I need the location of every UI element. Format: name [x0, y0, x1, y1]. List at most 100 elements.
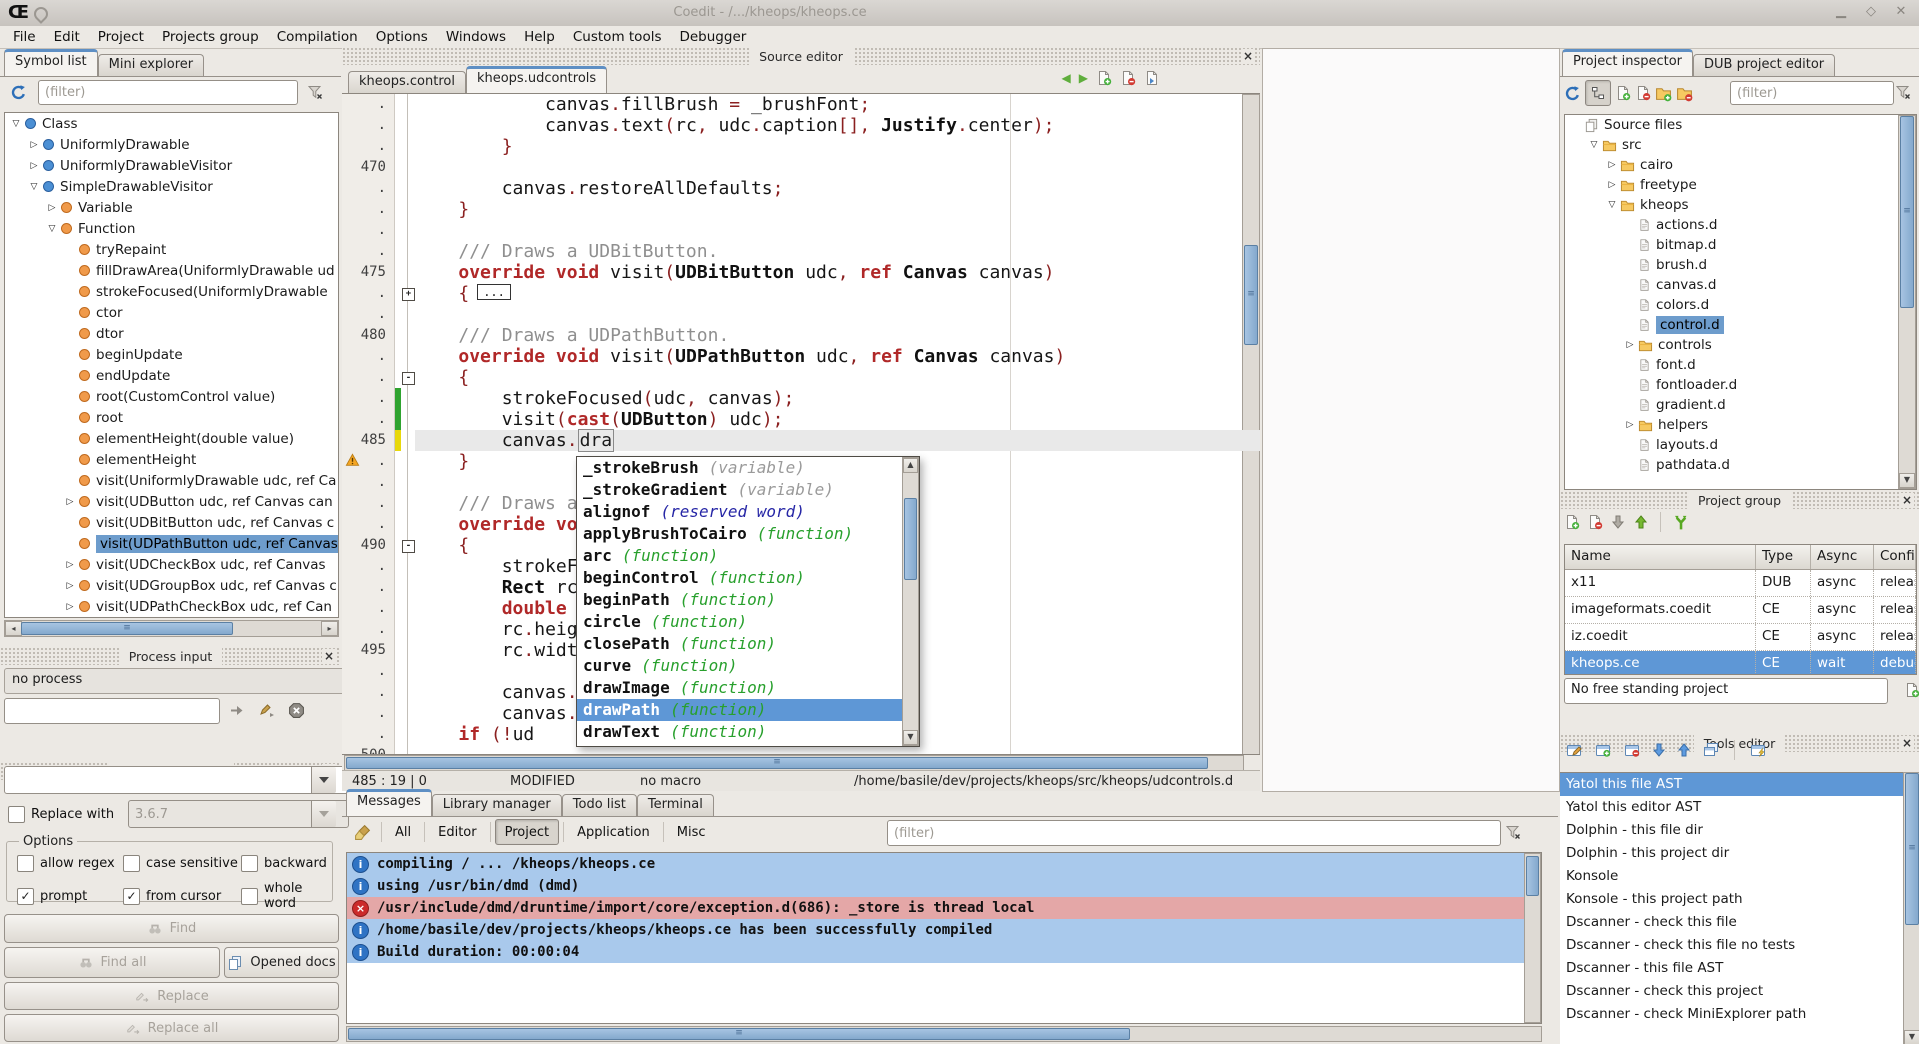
file-tree-item[interactable]: ▷helpers [1565, 415, 1900, 435]
previous-tab-icon[interactable]: ◀ [1062, 71, 1071, 85]
messages-tab-library-manager[interactable]: Library manager [432, 794, 562, 816]
file-tree-item[interactable]: layouts.d [1565, 435, 1900, 455]
fold-toggle-icon[interactable]: - [402, 372, 415, 385]
scrollbar-thumb[interactable]: ≡ [348, 1028, 1130, 1040]
fold-margin[interactable] [401, 94, 415, 115]
completion-item[interactable]: curve(function) [577, 655, 904, 677]
messages-tab-todo-list[interactable]: Todo list [562, 794, 637, 816]
tool-item[interactable]: Yatol this file AST [1560, 773, 1903, 796]
menu-options[interactable]: Options [367, 27, 437, 47]
new-document-icon[interactable] [1096, 70, 1112, 86]
tool-item[interactable]: Dolphin - this project dir [1560, 842, 1903, 865]
move-down-icon[interactable] [1610, 514, 1626, 530]
scroll-down-icon[interactable]: ▼ [1904, 1030, 1919, 1044]
fold-margin[interactable] [401, 640, 415, 661]
gutter-line-number[interactable]: . [342, 598, 395, 619]
file-tree-item[interactable]: actions.d [1565, 215, 1900, 235]
file-tree-item[interactable]: brush.d [1565, 255, 1900, 275]
fold-margin[interactable] [401, 619, 415, 640]
edit-tool-icon[interactable] [1564, 742, 1584, 758]
expander-icon[interactable]: ▷ [63, 560, 77, 570]
file-tree-item[interactable]: ▷controls [1565, 335, 1900, 355]
symbol-tree-item[interactable]: visit(UniformlyDrawable udc, ref Ca [5, 470, 338, 491]
file-tree-item[interactable]: pathdata.d [1565, 455, 1900, 475]
replace-all-button[interactable]: Replace all [4, 1014, 339, 1042]
remove-tool-icon[interactable] [1622, 742, 1642, 758]
completion-item[interactable]: drawText(function) [577, 721, 904, 743]
gutter-line-number[interactable]: . [342, 115, 395, 136]
tools-vscrollbar[interactable]: ≡ ▼ [1903, 772, 1919, 1044]
fold-margin[interactable] [401, 241, 415, 262]
gutter-line-number[interactable]: . [342, 283, 395, 304]
option-allow-regex[interactable]: allow regex [17, 855, 123, 872]
close-panel-icon[interactable]: × [1900, 493, 1914, 507]
file-tree-item[interactable]: fontloader.d [1565, 375, 1900, 395]
messages-vscrollbar[interactable] [1524, 853, 1541, 1023]
symbol-tree-item[interactable]: beginUpdate [5, 344, 338, 365]
gutter-line-number[interactable]: 500 [342, 745, 395, 755]
symbol-tree-item[interactable]: ▷visit(UDCheckBox udc, ref Canvas [5, 554, 338, 575]
symbol-tree-item[interactable]: ▷UniformlyDrawableVisitor [5, 155, 338, 176]
scroll-left-icon[interactable]: ◂ [5, 621, 22, 636]
expander-icon[interactable]: ▽ [1605, 200, 1619, 210]
close-document-icon[interactable] [1120, 70, 1136, 86]
fold-margin[interactable] [401, 178, 415, 199]
left-tab-mini-explorer[interactable]: Mini explorer [98, 54, 205, 76]
gutter-line-number[interactable]: . [342, 661, 395, 682]
menu-custom-tools[interactable]: Custom tools [564, 27, 671, 47]
symbol-tree-item[interactable]: tryRepaint [5, 239, 338, 260]
completion-item[interactable]: drawPath(function) [577, 699, 904, 721]
scrollbar-thumb[interactable]: ≡ [346, 757, 1208, 769]
process-input-field[interactable] [4, 698, 220, 724]
tool-item[interactable]: Yatol this editor AST [1560, 796, 1903, 819]
symbol-tree-item[interactable]: ▽SimpleDrawableVisitor [5, 176, 338, 197]
symbol-tree-item[interactable]: root(CustomControl value) [5, 386, 338, 407]
gutter-line-number[interactable]: . [342, 682, 395, 703]
right-tab-project-inspector[interactable]: Project inspector [1562, 49, 1693, 76]
minimize-button[interactable]: ▁ [1833, 4, 1849, 19]
gutter-line-number[interactable]: 480 [342, 325, 395, 346]
filter-editor[interactable]: Editor [429, 820, 485, 844]
code-line[interactable]: 485 canvas.dra [342, 430, 1260, 451]
symbol-tree-item[interactable]: root [5, 407, 338, 428]
gutter-line-number[interactable]: . [342, 703, 395, 724]
close-panel-icon[interactable]: × [1241, 49, 1255, 63]
fold-margin[interactable] [401, 304, 415, 325]
symbol-tree-hscrollbar[interactable]: ◂ ▸ ≡ [4, 620, 339, 637]
fold-margin[interactable] [401, 598, 415, 619]
menu-file[interactable]: File [4, 27, 45, 47]
expander-icon[interactable]: ▽ [45, 224, 59, 234]
fold-margin[interactable] [401, 157, 415, 178]
gutter-line-number[interactable]: . [342, 136, 395, 157]
menu-windows[interactable]: Windows [437, 27, 515, 47]
gutter-line-number[interactable]: . [342, 619, 395, 640]
project-row[interactable]: x11DUBasyncrelease - library [1565, 570, 1916, 597]
fold-margin[interactable] [401, 325, 415, 346]
code-line[interactable]: . [342, 220, 1260, 241]
project-row[interactable]: kheops.ceCEwaitdebug [1565, 651, 1916, 675]
clear-messages-icon[interactable] [354, 824, 371, 841]
menu-help[interactable]: Help [515, 27, 564, 47]
symbol-tree-item[interactable]: ▽Class [5, 113, 338, 134]
next-tab-icon[interactable]: ▶ [1079, 71, 1088, 85]
project-row[interactable]: iz.coeditCEasyncrelease [1565, 624, 1916, 651]
move-tool-down-icon[interactable] [1651, 742, 1667, 758]
move-tool-up-icon[interactable] [1676, 742, 1692, 758]
add-file-icon[interactable] [1615, 85, 1631, 101]
expander-icon[interactable]: ▽ [9, 119, 23, 129]
tool-item[interactable]: Dolphin - this file dir [1560, 819, 1903, 842]
kill-process-icon[interactable] [288, 702, 305, 719]
replace-with-checkbox[interactable]: Replace with [8, 806, 114, 823]
editor-tab-kheops-control[interactable]: kheops.control [348, 71, 466, 93]
gutter-line-number[interactable]: . [342, 94, 395, 115]
move-up-icon[interactable] [1633, 514, 1649, 530]
file-tree-item[interactable]: ▷cairo [1565, 155, 1900, 175]
fold-margin[interactable] [401, 661, 415, 682]
clear-filter-icon[interactable] [306, 84, 324, 100]
send-input-icon[interactable] [228, 702, 246, 718]
right-tab-dub-project-editor[interactable]: DUB project editor [1693, 54, 1835, 76]
symbols-refresh-button[interactable] [5, 79, 31, 105]
completion-item[interactable]: circle(function) [577, 611, 904, 633]
completion-item[interactable]: beginControl(function) [577, 567, 904, 589]
fold-margin[interactable]: - [401, 367, 415, 388]
